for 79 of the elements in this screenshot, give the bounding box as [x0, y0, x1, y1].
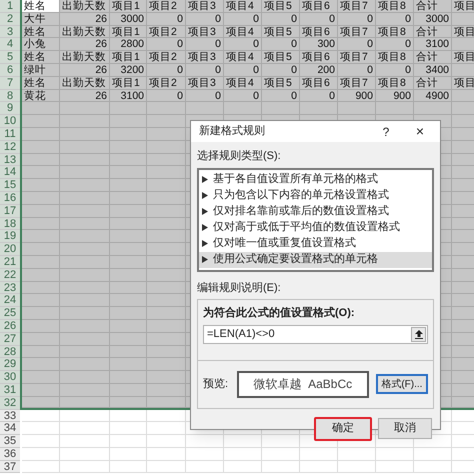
row-header: 37	[0, 460, 20, 474]
triangle-icon	[202, 176, 208, 183]
row-header: 18	[0, 218, 20, 230]
dialog-title: 新建格式规则	[199, 124, 266, 140]
row-header: 6	[0, 64, 20, 77]
cancel-button[interactable]: 取消	[378, 418, 432, 438]
row-header: 26	[0, 320, 20, 333]
row-header: 27	[0, 332, 20, 346]
section-label: 编辑规则说明(E):	[197, 280, 281, 296]
rule-type-item[interactable]: 仅对唯一值或重复值设置格式	[199, 236, 432, 252]
table-cell	[147, 396, 186, 408]
row-header: 24	[0, 294, 20, 308]
table-cell	[22, 396, 60, 408]
table-cell	[147, 460, 186, 474]
table-cell	[110, 396, 147, 408]
row-header: 23	[0, 282, 20, 294]
collapse-button[interactable]	[411, 326, 426, 342]
row-header: 2	[0, 12, 20, 26]
triangle-icon	[202, 224, 208, 231]
row-header: 30	[0, 371, 20, 384]
triangle-icon	[202, 240, 208, 247]
table-cell	[22, 460, 60, 474]
table-cell	[224, 460, 262, 474]
row-header: 33	[0, 410, 20, 422]
row-header: 31	[0, 384, 20, 397]
close-button[interactable]: ×	[408, 121, 432, 142]
table-cell	[262, 460, 300, 474]
row-header: 36	[0, 448, 20, 461]
rule-type-item[interactable]: 仅对排名靠前或靠后的数值设置格式	[199, 204, 432, 220]
row-header: 3	[0, 26, 20, 38]
row-header: 9	[0, 102, 20, 116]
table-cell	[414, 460, 452, 474]
row-header: 21	[0, 256, 20, 269]
row-header: 29	[0, 358, 20, 372]
preview-box: 微软卓越 AaBbCc	[236, 370, 369, 398]
preview-label: 预览:	[203, 376, 230, 392]
row-header: 34	[0, 422, 20, 436]
row-header: 15	[0, 179, 20, 192]
help-button[interactable]: ?	[376, 122, 396, 140]
table-cell	[338, 460, 376, 474]
row-header: 7	[0, 76, 20, 90]
row-header: 5	[0, 51, 20, 64]
triangle-icon	[202, 208, 208, 215]
row-header: 17	[0, 204, 20, 218]
row-header: 10	[0, 115, 20, 128]
table-cell	[110, 460, 147, 474]
row-header: 13	[0, 154, 20, 166]
row-header: 1	[0, 0, 20, 13]
rule-type-item[interactable]: 只为包含以下内容的单元格设置格式	[199, 188, 432, 204]
rule-type-item[interactable]: 仅对高于或低于平均值的数值设置格式	[199, 220, 432, 236]
table-cell	[376, 460, 414, 474]
table-cell	[60, 460, 110, 474]
triangle-icon	[202, 256, 208, 263]
row-header: 11	[0, 128, 20, 141]
rule-type-item[interactable]: 使用公式确定要设置格式的单元格	[199, 252, 432, 268]
row-header: 12	[0, 140, 20, 154]
row-header: 16	[0, 192, 20, 205]
table-cell	[186, 460, 224, 474]
table-cell	[300, 460, 338, 474]
section-label: 选择规则类型(S):	[197, 149, 281, 164]
triangle-icon	[202, 192, 208, 199]
row-header: 8	[0, 90, 20, 102]
row-header: 25	[0, 307, 20, 320]
ok-button[interactable]: 确定	[314, 416, 372, 440]
row-header: 20	[0, 243, 20, 256]
table-cell	[60, 396, 110, 408]
rule-type-item[interactable]: 基于各自值设置所有单元格的格式	[199, 172, 432, 188]
row-header: 22	[0, 268, 20, 282]
row-header: 19	[0, 230, 20, 244]
format-button[interactable]: 格式(F)...	[376, 374, 428, 394]
formula-field[interactable]: =LEN(A1)<>0	[203, 324, 428, 344]
row-header: 28	[0, 346, 20, 358]
row-header: 14	[0, 166, 20, 180]
row-header: 35	[0, 435, 20, 448]
up-arrow-icon	[414, 330, 422, 338]
row-header: 4	[0, 38, 20, 52]
table-cell: 姓名	[22, 0, 60, 13]
formula-label: 为符合此公式的值设置格式(O):	[203, 306, 355, 321]
row-header: 32	[0, 396, 20, 410]
